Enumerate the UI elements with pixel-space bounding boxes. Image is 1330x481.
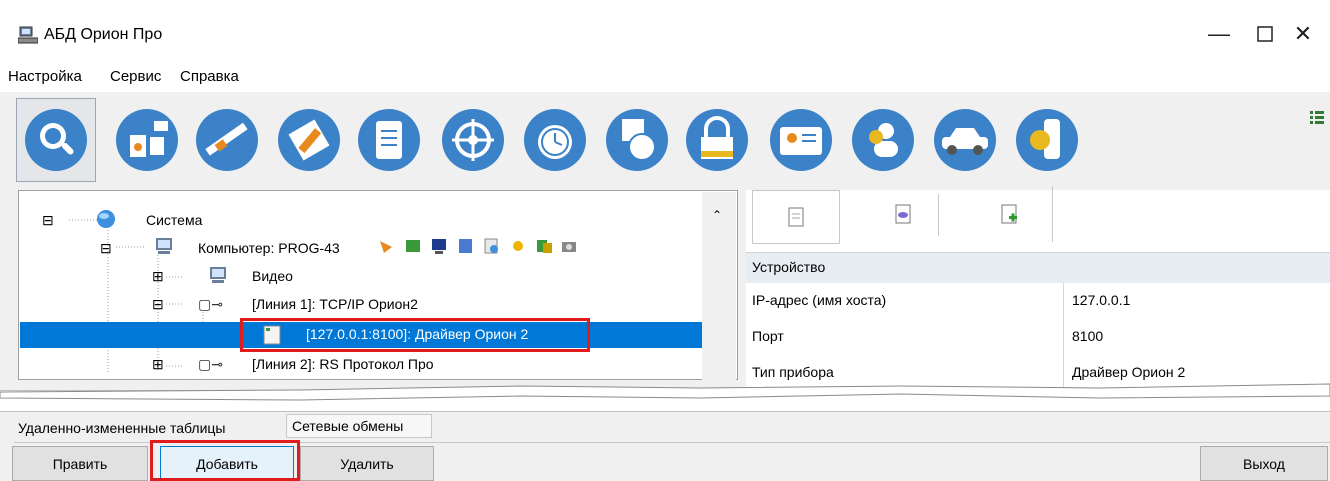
devices-icon <box>116 109 178 171</box>
property-key: IP-адрес (имя хоста) <box>752 292 887 308</box>
tree-item-video[interactable]: Видео <box>252 268 293 284</box>
property-key: Порт <box>752 328 784 344</box>
close-icon[interactable]: ✕ <box>1280 14 1326 54</box>
toolbar-car-button[interactable] <box>924 97 1006 183</box>
menu-help[interactable]: Справка <box>180 68 239 85</box>
torn-edge <box>0 383 1330 401</box>
column-divider <box>1063 283 1064 319</box>
tree-expander-system[interactable]: ⊟ <box>42 212 54 229</box>
tree-lines <box>69 219 256 372</box>
line-icon: ▢⊸ <box>198 356 223 372</box>
barrier-icon <box>196 109 258 171</box>
delete-button[interactable]: Удалить <box>300 446 434 481</box>
tree-item-line2[interactable]: [Линия 2]: RS Протокол Про <box>252 356 434 372</box>
tab-divider <box>938 194 939 236</box>
exit-button[interactable]: Выход <box>1200 446 1328 481</box>
lock-icon <box>686 109 748 171</box>
tab-network-exchange[interactable]: Сетевые обмены <box>292 412 403 440</box>
status-db-icon <box>537 240 552 253</box>
search-icon <box>25 109 87 171</box>
toolbar-document-button[interactable] <box>348 97 430 183</box>
id-card-icon <box>770 109 832 171</box>
status-camera-icon <box>562 242 576 252</box>
tree-expander-computer[interactable]: ⊟ <box>100 240 112 257</box>
toolbar-lock-button[interactable] <box>676 97 758 183</box>
globe-icon <box>97 210 115 228</box>
document-icon <box>788 207 804 227</box>
chat-icon <box>895 204 911 224</box>
document-icon <box>358 109 420 171</box>
section-title: Устройство <box>752 259 826 275</box>
menu-settings[interactable]: Настройка <box>8 68 82 85</box>
window-title: АБД Орион Про <box>44 26 163 43</box>
schedule-clock-icon <box>606 109 668 171</box>
toolbar-schedule-button[interactable] <box>596 97 678 183</box>
toolbar-search-button[interactable] <box>16 98 96 182</box>
status-arrow-icon <box>380 241 392 253</box>
status-page-icon <box>484 238 498 254</box>
computer-icon <box>210 267 226 283</box>
toolbar-idcard-button[interactable] <box>760 97 842 183</box>
computer-icon <box>156 238 172 254</box>
status-monitor-icon <box>432 239 446 254</box>
toolbar-wheel-button[interactable] <box>432 97 514 183</box>
scroll-up-icon[interactable]: ⌃ <box>712 208 722 222</box>
tree-expander-video[interactable]: ⊞ <box>152 268 164 285</box>
key-icon <box>1016 109 1078 171</box>
toolbar-alarm-button[interactable] <box>514 97 596 183</box>
property-row[interactable]: IP-адрес (имя хоста) 127.0.0.1 <box>746 283 1330 320</box>
alarm-clock-icon <box>524 109 586 171</box>
highlight-box-driver <box>240 318 590 352</box>
toolbar-devices-button[interactable] <box>106 97 188 183</box>
tree-item-system[interactable]: Система <box>146 212 202 228</box>
title-bar <box>0 0 1330 62</box>
toolbar-employees-button[interactable] <box>842 97 924 183</box>
wheel-icon <box>442 109 504 171</box>
property-row[interactable]: Порт 8100 <box>746 319 1330 356</box>
tree-item-computer[interactable]: Компьютер: PROG-43 <box>198 240 340 256</box>
minimize-icon[interactable]: — <box>1196 14 1242 54</box>
status-book-icon <box>406 240 420 252</box>
toolbar-plan-button[interactable] <box>268 97 350 183</box>
tree-expander-line2[interactable]: ⊞ <box>152 356 164 373</box>
property-value[interactable]: 8100 <box>1072 328 1103 344</box>
employees-icon <box>852 109 914 171</box>
toolbar-barrier-button[interactable] <box>186 97 268 183</box>
tree-item-line1[interactable]: [Линия 1]: TCP/IP Орион2 <box>252 296 418 312</box>
computer-status-icons <box>378 237 580 255</box>
list-view-icon[interactable] <box>1310 110 1324 126</box>
toolbar-key-button[interactable] <box>1006 97 1088 183</box>
tab-properties[interactable] <box>752 190 840 244</box>
status-sun-icon <box>513 241 523 251</box>
app-icon <box>18 26 38 44</box>
line-icon: ▢⊸ <box>198 296 223 312</box>
highlight-box-add <box>150 440 300 481</box>
car-icon <box>934 109 996 171</box>
property-value[interactable]: 127.0.0.1 <box>1072 292 1130 308</box>
properties-section-header: Устройство <box>746 252 1330 283</box>
status-file-icon <box>459 239 472 253</box>
tab-add-document[interactable] <box>966 186 1053 242</box>
column-divider <box>1063 319 1064 355</box>
tab-messages[interactable] <box>860 186 946 242</box>
edit-button[interactable]: Править <box>12 446 148 481</box>
plan-edit-icon <box>278 109 340 171</box>
add-document-icon <box>1001 204 1017 224</box>
tab-remote-tables[interactable]: Удаленно-измененные таблицы <box>18 414 226 442</box>
tree-expander-line1[interactable]: ⊟ <box>152 296 164 313</box>
menu-service[interactable]: Сервис <box>110 68 161 85</box>
